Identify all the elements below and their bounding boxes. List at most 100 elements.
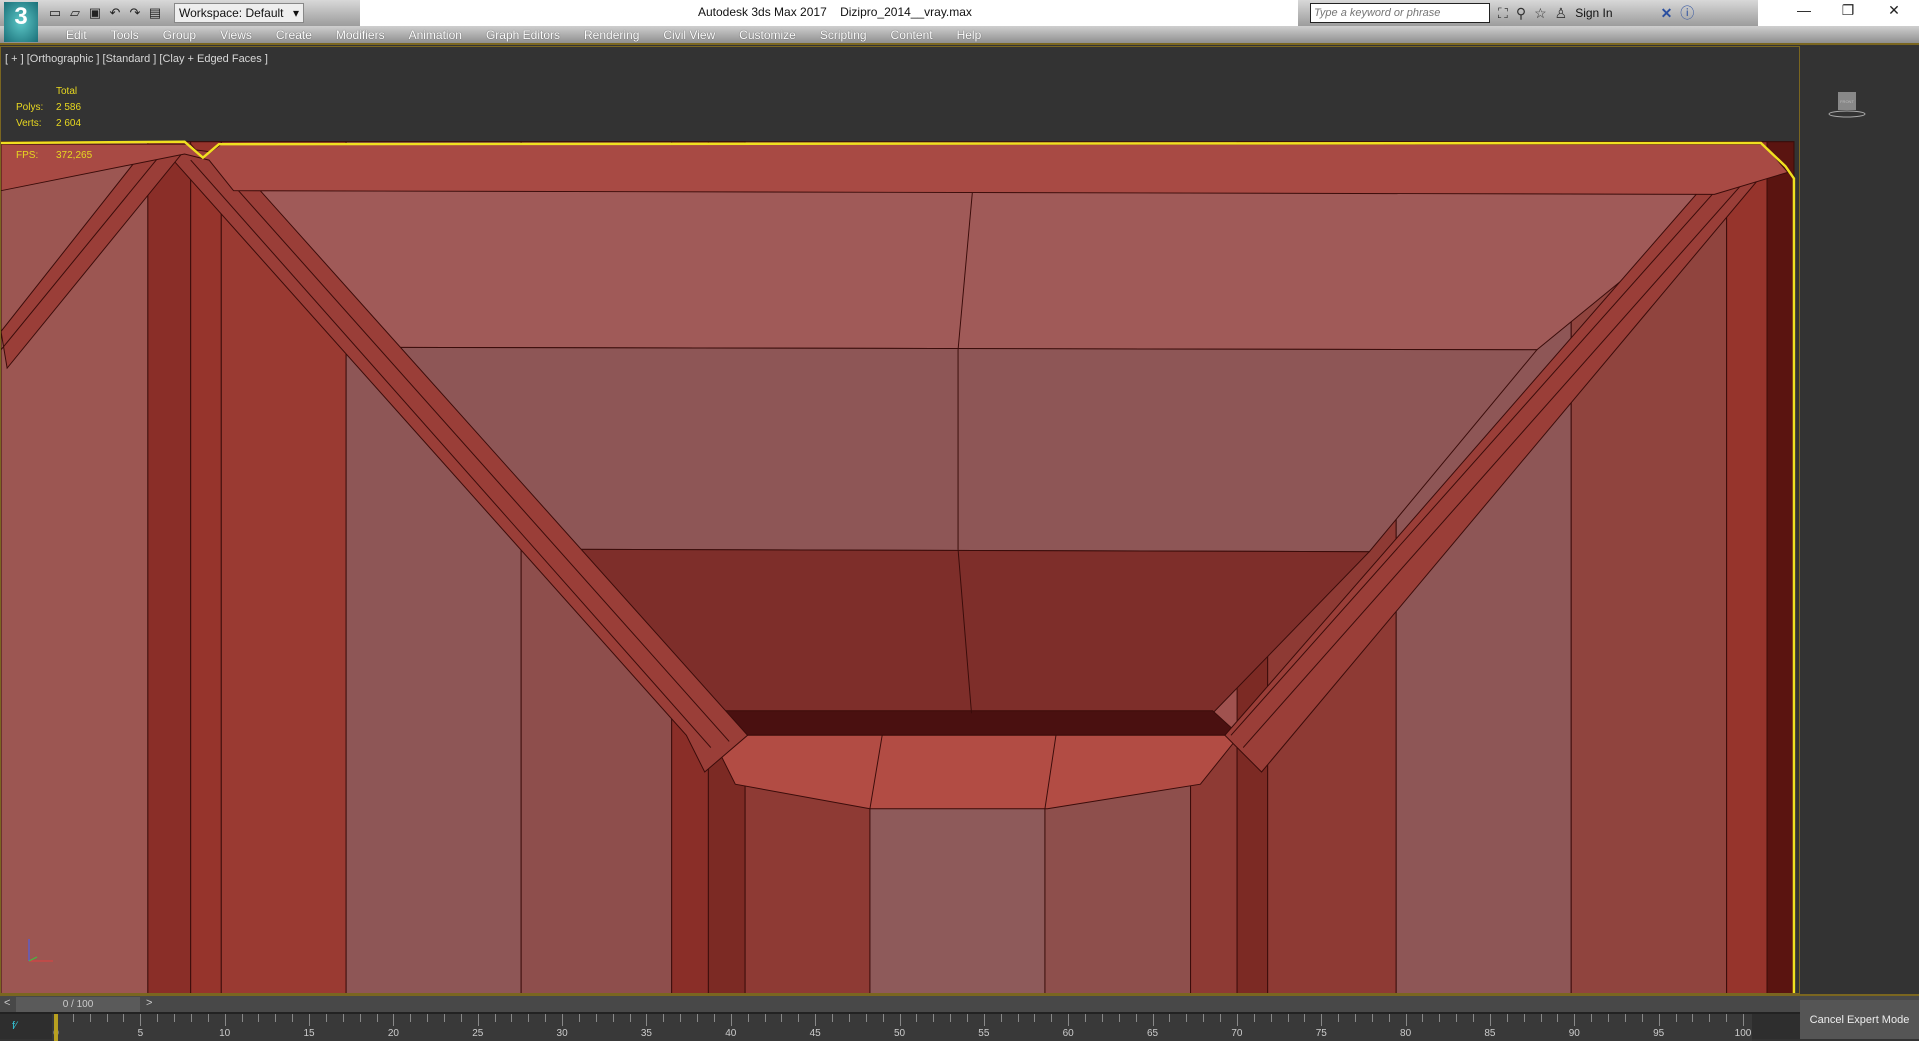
timeline-tick bbox=[966, 1014, 968, 1022]
next-frame-button[interactable]: > bbox=[146, 997, 152, 1009]
timeline-tick-label: 65 bbox=[1146, 1028, 1159, 1039]
timeline-tick bbox=[123, 1014, 125, 1022]
menu-modifiers[interactable]: Modifiers bbox=[324, 26, 397, 43]
cancel-expert-mode-button[interactable]: Cancel Expert Mode bbox=[1800, 1000, 1919, 1039]
timeline-tick bbox=[612, 1014, 614, 1022]
menu-scripting[interactable]: Scripting bbox=[808, 26, 879, 43]
open-folder-icon[interactable]: ▱ bbox=[68, 6, 82, 20]
timeline-tick bbox=[292, 1014, 294, 1022]
timeline-tick bbox=[1709, 1014, 1711, 1022]
timeline-tick bbox=[1118, 1014, 1120, 1022]
minimize-button[interactable]: — bbox=[1784, 2, 1824, 18]
undo-icon[interactable]: ↶ bbox=[108, 6, 122, 20]
timeline-tick bbox=[1692, 1014, 1694, 1022]
timeline-tick bbox=[629, 1014, 631, 1022]
prev-frame-button[interactable]: < bbox=[4, 997, 10, 1009]
menu-animation[interactable]: Animation bbox=[397, 26, 474, 43]
new-file-icon[interactable]: ▭ bbox=[48, 6, 62, 20]
menu-help[interactable]: Help bbox=[945, 26, 994, 43]
stats-polys-value: 2 586 bbox=[56, 102, 82, 113]
current-frame-marker[interactable] bbox=[54, 1014, 58, 1041]
menu-edit[interactable]: Edit bbox=[54, 26, 99, 43]
satellite-icon[interactable]: ⚲ bbox=[1516, 5, 1526, 22]
restore-button[interactable]: ❐ bbox=[1828, 2, 1868, 19]
timeline-tick bbox=[595, 1014, 597, 1022]
stats-fps-value: 372,265 bbox=[56, 150, 93, 161]
timeline-tick bbox=[1101, 1014, 1103, 1022]
timeline-tick-label: 90 bbox=[1568, 1028, 1580, 1039]
timeline-tick bbox=[410, 1014, 412, 1022]
menu-rendering[interactable]: Rendering bbox=[572, 26, 651, 43]
viewcube-icon[interactable]: FRONT bbox=[1826, 86, 1866, 122]
timeline-tick bbox=[899, 1014, 901, 1026]
menu-tools[interactable]: Tools bbox=[99, 26, 151, 43]
curve-editor-icon[interactable]: f∕ bbox=[12, 1020, 17, 1032]
timeline-tick-label: 45 bbox=[809, 1028, 821, 1039]
stats-verts-value: 2 604 bbox=[56, 118, 82, 129]
timeline-tick bbox=[1405, 1014, 1407, 1026]
timeline-ruler[interactable]: 0510152025303540455055606570758085909510… bbox=[52, 1014, 1752, 1041]
menu-content[interactable]: Content bbox=[879, 26, 945, 43]
timeline-tick bbox=[562, 1014, 564, 1026]
user-icon: ♙ bbox=[1554, 4, 1568, 21]
window-title: Autodesk 3ds Max 2017 Dizipro_2014__vray… bbox=[698, 5, 972, 19]
timeline-tick-label: 50 bbox=[893, 1028, 906, 1039]
timeline-tick bbox=[1456, 1014, 1458, 1022]
search-input[interactable] bbox=[1310, 3, 1490, 23]
timeline-tick bbox=[359, 1014, 361, 1022]
menu-customize[interactable]: Customize bbox=[727, 26, 808, 43]
timeline-tick bbox=[1068, 1014, 1070, 1026]
help-icon[interactable]: ⓘ bbox=[1680, 3, 1694, 23]
timeline-track-bar[interactable]: f∕ 0510152025303540455055606570758085909… bbox=[0, 1012, 1800, 1041]
timeline-tick bbox=[950, 1014, 952, 1022]
menu-group[interactable]: Group bbox=[151, 26, 208, 43]
timeline-tick bbox=[342, 1014, 344, 1022]
timeline-tick bbox=[1135, 1014, 1137, 1022]
menu-graph-editors[interactable]: Graph Editors bbox=[474, 26, 572, 43]
sign-in-button[interactable]: Sign In bbox=[1575, 6, 1612, 20]
timeline-tick bbox=[1439, 1014, 1441, 1022]
timeline-tick bbox=[1726, 1014, 1728, 1022]
exchange-icon[interactable]: ✕ bbox=[1661, 5, 1673, 22]
viewport-label[interactable]: [ + ] [Orthographic ] [Standard ] [Clay … bbox=[5, 53, 268, 65]
app-logo[interactable]: 3 bbox=[4, 2, 38, 42]
timeline-tick bbox=[916, 1014, 918, 1022]
timeline-tick bbox=[713, 1014, 715, 1022]
timeline-tick bbox=[72, 1014, 74, 1022]
timeline-tick bbox=[1152, 1014, 1154, 1026]
timeline-tick-label: 70 bbox=[1231, 1028, 1243, 1039]
timeline-tick bbox=[174, 1014, 176, 1022]
info-center: ⛶ ⚲ ☆ ♙ Sign In ✕ ⓘ bbox=[1298, 0, 1758, 26]
timeline-tick bbox=[494, 1014, 496, 1022]
title-bar: 3 ▭ ▱ ▣ ↶ ↷ ▤ Workspace: Default ▾ Autode… bbox=[0, 0, 1919, 42]
chevron-down-icon: ▾ bbox=[292, 6, 299, 20]
menu-create[interactable]: Create bbox=[264, 26, 324, 43]
star-icon[interactable]: ☆ bbox=[1534, 5, 1547, 22]
close-button[interactable]: ✕ bbox=[1874, 2, 1914, 19]
timeline-tick-label: 10 bbox=[219, 1028, 231, 1039]
timeline-tick bbox=[1220, 1014, 1222, 1022]
timeline-tick bbox=[646, 1014, 648, 1026]
menu-views[interactable]: Views bbox=[208, 26, 264, 43]
timeline-tick bbox=[528, 1014, 530, 1022]
redo-icon[interactable]: ↷ bbox=[128, 6, 142, 20]
timeline-tick bbox=[140, 1014, 142, 1026]
stats-verts-label: Verts: bbox=[16, 118, 42, 129]
viewport-orthographic[interactable]: [ + ] [Orthographic ] [Standard ] [Clay … bbox=[0, 46, 1800, 994]
timeline-tick bbox=[1034, 1014, 1036, 1022]
timeline-tick bbox=[427, 1014, 429, 1022]
timeline-tick bbox=[1085, 1014, 1087, 1022]
time-slider-thumb[interactable]: 0 / 100 bbox=[16, 997, 140, 1012]
project-icon[interactable]: ▤ bbox=[148, 6, 162, 20]
timeline-tick bbox=[1051, 1014, 1053, 1022]
save-icon[interactable]: ▣ bbox=[88, 6, 102, 20]
timeline-tick bbox=[190, 1014, 192, 1022]
time-slider[interactable]: < 0 / 100 > bbox=[0, 994, 1919, 1012]
timeline-tick bbox=[781, 1014, 783, 1022]
workspace-dropdown[interactable]: Workspace: Default ▾ bbox=[174, 3, 304, 23]
menu-civil-view[interactable]: Civil View bbox=[651, 26, 727, 43]
timeline-tick-label: 55 bbox=[978, 1028, 990, 1039]
timeline-tick-label: 60 bbox=[1062, 1028, 1074, 1039]
binoculars-icon[interactable]: ⛶ bbox=[1498, 5, 1508, 22]
timeline-tick bbox=[1186, 1014, 1188, 1022]
